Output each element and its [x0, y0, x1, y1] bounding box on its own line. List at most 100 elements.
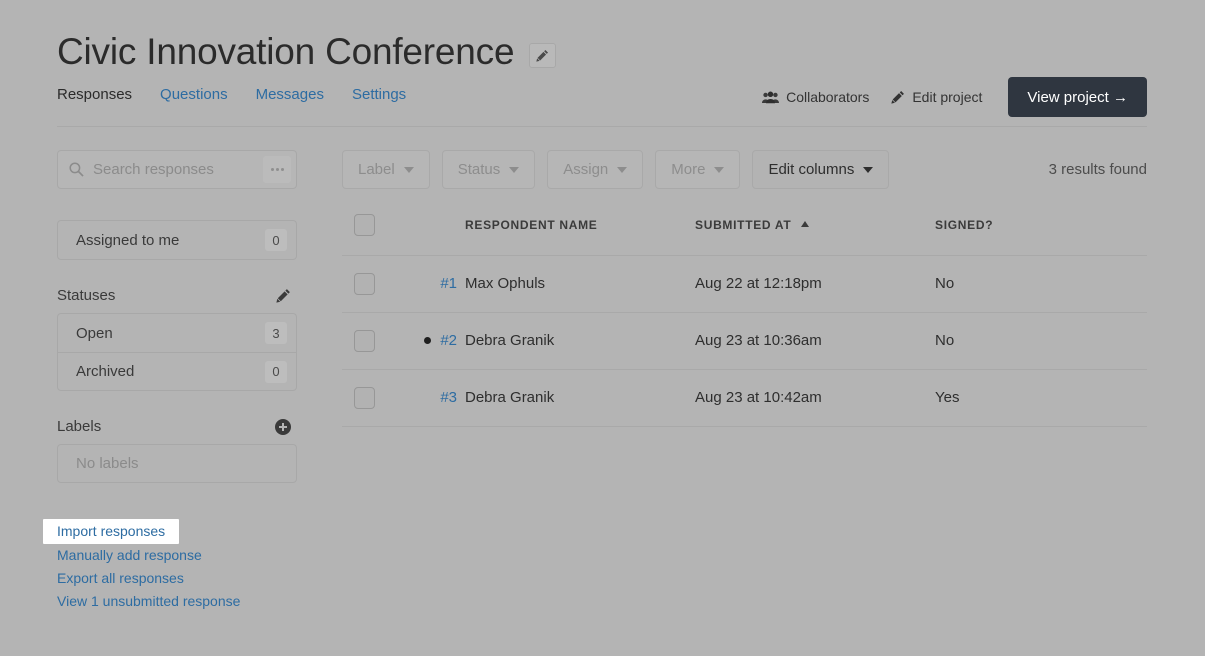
primary-tabs: Responses Questions Messages Settings [57, 86, 406, 103]
collaborators-label: Collaborators [786, 89, 870, 105]
header-actions: Collaborators Edit project View project … [762, 77, 1147, 117]
row-select-cell [342, 255, 390, 313]
chevron-down-icon [403, 166, 414, 173]
sidebar-item-status-open[interactable]: Open 3 [58, 314, 296, 352]
search-input[interactable]: Search responses [57, 150, 297, 189]
select-all-checkbox[interactable] [354, 213, 375, 236]
assigned-to-me-count: 0 [265, 229, 287, 251]
add-label-button[interactable] [275, 418, 291, 435]
column-header-signed[interactable]: SIGNED? [935, 211, 1147, 256]
more-dropdown-text: More [671, 161, 706, 178]
row-checkbox[interactable] [354, 272, 375, 295]
label-dropdown-button[interactable]: Label [342, 150, 430, 189]
sort-ascending-icon [801, 220, 810, 227]
chevron-down-icon [714, 166, 725, 173]
tab-questions[interactable]: Questions [160, 86, 228, 103]
tab-settings[interactable]: Settings [352, 86, 406, 103]
column-header-submitted-at[interactable]: SUBMITTED AT [695, 211, 935, 256]
collaborators-link[interactable]: Collaborators [762, 89, 869, 105]
more-dropdown-button[interactable]: More [655, 150, 741, 189]
sidebar-item-assigned-to-me[interactable]: Assigned to me 0 [58, 221, 296, 259]
view-unsubmitted-response-link[interactable]: View 1 unsubmitted response [57, 590, 240, 613]
edit-columns-dropdown-button[interactable]: Edit columns [752, 150, 890, 189]
table-row[interactable]: #2 Debra Granik Aug 23 at 10:36am No [342, 312, 1147, 370]
edit-columns-text: Edit columns [768, 161, 855, 178]
response-number-link[interactable]: #2 [440, 332, 457, 349]
respondent-name-cell: Debra Granik [465, 369, 695, 427]
respondent-name-cell: Debra Granik [465, 312, 695, 370]
status-dropdown-button[interactable]: Status [441, 150, 536, 189]
assign-dropdown-button[interactable]: Assign [547, 150, 644, 189]
status-archived-count: 0 [265, 360, 287, 383]
signed-cell: No [935, 255, 1147, 313]
status-archived-label: Archived [76, 363, 135, 380]
sidebar: Search responses Assigned to me 0 Status… [43, 150, 297, 613]
submitted-at-cell: Aug 23 at 10:36am [695, 312, 935, 370]
tab-messages[interactable]: Messages [256, 86, 324, 103]
page-root: Civic Innovation Conference Responses Qu… [0, 0, 1205, 656]
signed-cell: No [935, 312, 1147, 370]
title-row: Civic Innovation Conference [57, 30, 557, 74]
edit-project-link[interactable]: Edit project [891, 89, 982, 105]
tab-responses[interactable]: Responses [57, 86, 132, 103]
labels-group-header: Labels [57, 418, 297, 435]
table-body: #1 Max Ophuls Aug 22 at 12:18pm No #2 De… [342, 255, 1147, 427]
signed-cell: Yes [935, 369, 1147, 427]
responses-table: RESPONDENT NAME SUBMITTED AT SIGNED? #1 … [342, 211, 1147, 427]
table-toolbar: Label Status Assign More Edit columns 3 … [342, 150, 1147, 189]
assigned-to-me-panel: Assigned to me 0 [57, 220, 297, 260]
edit-statuses-button[interactable] [276, 288, 291, 303]
respondent-name-cell: Max Ophuls [465, 255, 695, 313]
chevron-down-icon [617, 166, 628, 173]
main-content: Label Status Assign More Edit columns 3 … [342, 150, 1147, 427]
table-header-row: RESPONDENT NAME SUBMITTED AT SIGNED? [342, 211, 1147, 256]
plus-circle-icon [275, 418, 291, 435]
response-number-header [390, 211, 465, 256]
table-header: RESPONDENT NAME SUBMITTED AT SIGNED? [342, 211, 1147, 256]
edit-project-label: Edit project [912, 89, 983, 105]
results-count: 3 results found [1048, 161, 1147, 178]
page-header: Civic Innovation Conference Responses Qu… [0, 0, 1205, 136]
label-dropdown-text: Label [358, 161, 395, 178]
labels-empty-state: No labels [57, 444, 297, 483]
header-divider [57, 126, 1147, 127]
row-checkbox[interactable] [354, 386, 375, 409]
row-select-cell [342, 369, 390, 427]
statuses-group-header: Statuses [57, 287, 297, 304]
edit-title-button[interactable] [529, 42, 557, 68]
row-number-cell: #2 [390, 312, 465, 370]
sidebar-item-status-archived[interactable]: Archived 0 [58, 352, 296, 390]
status-dropdown-text: Status [457, 161, 501, 178]
import-responses-link[interactable]: Import responses [43, 519, 180, 544]
search-options-button[interactable] [263, 156, 291, 183]
pencil-icon [891, 91, 905, 104]
statuses-panel: Open 3 Archived 0 [57, 313, 297, 391]
view-project-button[interactable]: View project → [1008, 77, 1147, 117]
statuses-title: Statuses [57, 287, 116, 304]
row-number-cell: #1 [390, 255, 465, 313]
table-row[interactable]: #1 Max Ophuls Aug 22 at 12:18pm No [342, 255, 1147, 313]
response-number-link[interactable]: #3 [440, 389, 457, 406]
unread-indicator-dot [424, 337, 432, 344]
pencil-icon [536, 49, 549, 62]
sidebar-action-links: Import responses Manually add response E… [43, 519, 297, 613]
chevron-down-icon [863, 166, 874, 173]
submitted-at-cell: Aug 23 at 10:42am [695, 369, 935, 427]
search-placeholder: Search responses [93, 161, 214, 178]
column-header-respondent-name[interactable]: RESPONDENT NAME [465, 211, 695, 256]
response-number-link[interactable]: #1 [440, 275, 457, 292]
pencil-icon [276, 289, 290, 303]
search-icon [69, 162, 84, 177]
manually-add-response-link[interactable]: Manually add response [57, 544, 202, 567]
row-select-cell [342, 312, 390, 370]
row-checkbox[interactable] [354, 329, 375, 352]
export-all-responses-link[interactable]: Export all responses [57, 567, 184, 590]
status-open-label: Open [76, 324, 113, 342]
page-title: Civic Innovation Conference [57, 31, 515, 72]
users-group-icon [762, 91, 780, 103]
labels-title: Labels [57, 418, 102, 435]
row-number-cell: #3 [390, 369, 465, 427]
table-row[interactable]: #3 Debra Granik Aug 23 at 10:42am Yes [342, 369, 1147, 427]
chevron-down-icon [509, 166, 520, 173]
assigned-to-me-label: Assigned to me [76, 231, 180, 249]
